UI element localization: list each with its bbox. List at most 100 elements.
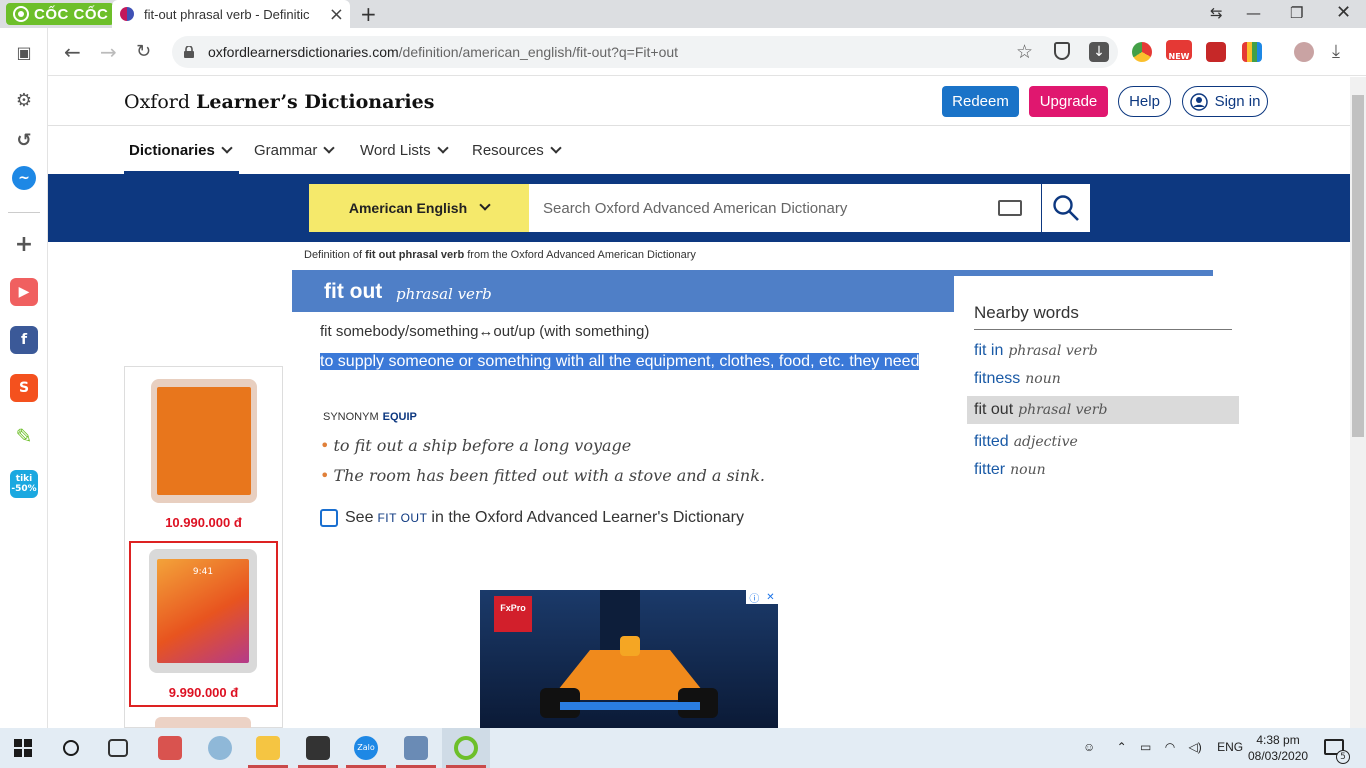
product-ad[interactable]: 10.990.000 đ — [129, 369, 278, 535]
download-extension-icon[interactable]: ↓ — [1089, 42, 1109, 62]
nav-dictionaries-label: Dictionaries — [129, 142, 215, 159]
keyboard-icon[interactable] — [998, 200, 1022, 216]
nearby-word: fitness — [974, 370, 1021, 387]
forward-icon[interactable]: → — [100, 40, 117, 64]
close-tab-icon[interactable]: × — [329, 4, 344, 25]
nav-resources[interactable]: Resources — [472, 142, 562, 159]
search-button[interactable] — [1042, 184, 1090, 232]
lock-icon — [184, 46, 194, 58]
chevron-down-icon — [221, 142, 233, 154]
phrasal-pattern: fit somebody/something↔out/up (with some… — [320, 323, 650, 340]
nearby-pos: noun — [1025, 371, 1061, 387]
volume-icon[interactable]: ◁) — [1189, 740, 1202, 754]
brand-oxford: Oxford — [124, 91, 191, 113]
page-scrollbar[interactable] — [1350, 77, 1366, 728]
nearby-word-item[interactable]: fitter noun — [967, 456, 1239, 484]
add-sidebar-icon[interactable]: + — [10, 230, 38, 258]
app-icon-2[interactable] — [208, 736, 232, 760]
nearby-word-item-selected[interactable]: fit out phrasal verb — [967, 396, 1239, 424]
messenger-icon[interactable]: ~ — [12, 166, 36, 190]
nav-word-lists[interactable]: Word Lists — [360, 142, 449, 159]
task-view-icon[interactable] — [108, 739, 128, 757]
headword-bar — [292, 270, 954, 312]
example-2: • The room has been fitted out with a sto… — [320, 466, 765, 485]
facebook-icon[interactable]: f — [10, 326, 38, 354]
windows-start-icon[interactable] — [14, 739, 32, 757]
restore-tabs-icon[interactable]: ⇆ — [1210, 4, 1223, 22]
scrollbar-thumb[interactable] — [1352, 95, 1364, 437]
webpage: Oxford Learner’s Dictionaries Redeem Upg… — [48, 77, 1350, 728]
nav-dictionaries[interactable]: Dictionaries — [129, 142, 233, 159]
coccoc-active-task[interactable] — [442, 728, 490, 768]
wifi-icon[interactable]: ◠ — [1165, 740, 1175, 754]
external-link-icon — [320, 509, 338, 527]
search-input[interactable]: Search Oxford Advanced American Dictiona… — [529, 184, 1041, 232]
definition-source: Definition of fit out phrasal verb from … — [304, 249, 696, 261]
app-icon-3[interactable] — [306, 736, 330, 760]
tiki-icon[interactable]: tiki -50% — [10, 470, 38, 498]
fxpro-banner-ad[interactable]: FxPro ⓘ ✕ — [480, 590, 778, 728]
profile-avatar[interactable] — [1294, 42, 1314, 62]
people-icon[interactable]: ☺ — [1083, 740, 1095, 754]
see-also-link[interactable]: See FIT OUT in the Oxford Advanced Learn… — [320, 509, 744, 527]
close-window-icon[interactable]: ✕ — [1336, 2, 1351, 23]
help-button[interactable]: Help — [1118, 86, 1171, 117]
minimize-icon[interactable]: — — [1246, 4, 1261, 22]
redeem-button[interactable]: Redeem — [942, 86, 1019, 117]
site-logo[interactable]: Oxford Learner’s Dictionaries — [124, 91, 434, 113]
nav-grammar[interactable]: Grammar — [254, 142, 336, 159]
nearby-word-item[interactable]: fitted adjective — [967, 428, 1239, 456]
nearby-word-item[interactable]: fit in phrasal verb — [967, 337, 1239, 365]
nearby-word-item[interactable]: fitness noun — [967, 365, 1239, 393]
downloads-icon[interactable]: ⤓ — [1332, 41, 1340, 62]
sidebar-divider — [8, 212, 40, 213]
history-icon[interactable]: ↺ — [10, 126, 38, 154]
url-path: /definition/american_english/fit-out?q=F… — [398, 44, 679, 60]
zalo-icon[interactable]: Zalo — [354, 736, 378, 760]
zalo-label: Zalo — [357, 743, 375, 752]
next-product-image — [155, 717, 251, 728]
product-ad-column: 10.990.000 đ 9:41 9.990.000 đ — [124, 366, 283, 728]
ipad-mini-gold-image — [151, 379, 257, 503]
youtube-icon[interactable]: ▶ — [10, 278, 38, 306]
nav-resources-label: Resources — [472, 142, 544, 159]
battery-icon[interactable]: ▭ — [1140, 740, 1151, 754]
defof-word: fit out phrasal verb — [365, 249, 465, 261]
chevron-down-icon — [479, 199, 491, 211]
settings-icon[interactable]: ⚙ — [10, 86, 38, 114]
coccoc-logo[interactable]: CỐC CỐC — [6, 3, 115, 25]
shopee-icon[interactable]: S — [10, 374, 38, 402]
sidebar-toggle-icon[interactable]: ▣ — [10, 38, 38, 66]
app-icon-4[interactable] — [404, 736, 428, 760]
clock[interactable]: 4:38 pm 08/03/2020 — [1248, 732, 1308, 764]
app-icon-1[interactable] — [158, 736, 182, 760]
product-ad-highlighted[interactable]: 9:41 9.990.000 đ — [129, 541, 278, 707]
dictionary-select[interactable]: American English — [309, 184, 529, 232]
new-extension-icon[interactable]: NEW — [1166, 40, 1192, 60]
url-bar[interactable]: oxfordlearnersdictionaries.com/definitio… — [172, 36, 1118, 68]
upgrade-button[interactable]: Upgrade — [1029, 86, 1108, 117]
red-extension-icon[interactable] — [1206, 42, 1226, 62]
definition: to supply someone or something with all … — [320, 350, 920, 374]
tray-expand-icon[interactable]: ⌃ — [1117, 740, 1127, 754]
maximize-icon[interactable]: ❐ — [1290, 4, 1303, 22]
new-tab-icon[interactable]: + — [360, 2, 377, 26]
chrome-extension-icon[interactable] — [1132, 42, 1152, 62]
file-explorer-icon[interactable] — [256, 736, 280, 760]
shield-icon[interactable] — [1054, 42, 1070, 60]
bookmark-star-icon[interactable]: ☆ — [1016, 41, 1033, 63]
color-extension-icon[interactable] — [1242, 42, 1262, 62]
brand-name: Learner’s Dictionaries — [196, 91, 435, 113]
search-circle-icon[interactable] — [63, 740, 79, 756]
sign-in-button[interactable]: Sign in — [1182, 86, 1268, 117]
defof-post: from the Oxford Advanced American Dictio… — [467, 249, 696, 261]
back-icon[interactable]: ← — [64, 40, 81, 64]
coccoc-sidebar-icon[interactable]: ✎ — [10, 422, 38, 450]
clock-date: 08/03/2020 — [1248, 749, 1309, 763]
headword: fit out — [324, 280, 383, 303]
active-tab[interactable]: fit-out phrasal verb - Definitic × — [112, 0, 350, 28]
notification-count: 5 — [1336, 750, 1350, 764]
reload-icon[interactable]: ↻ — [136, 41, 151, 62]
synonym-link[interactable]: EQUIP — [383, 411, 417, 423]
language-indicator[interactable]: ENG — [1217, 740, 1243, 754]
